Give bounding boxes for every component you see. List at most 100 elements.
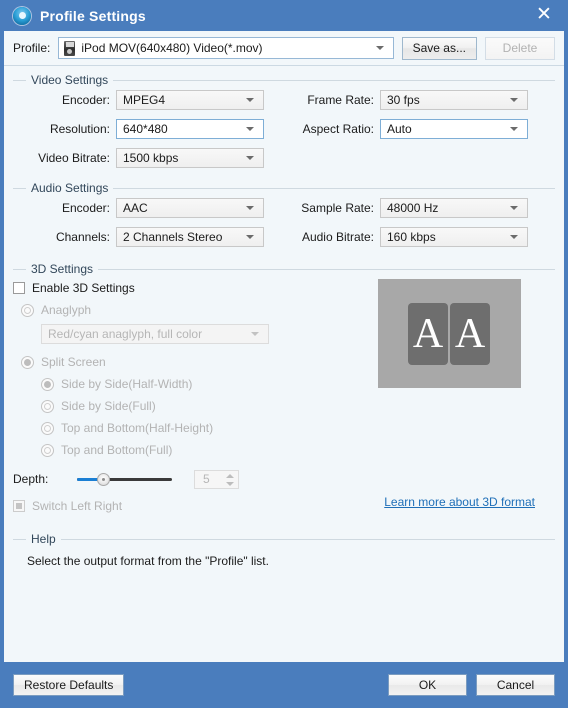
sample-rate-label: Sample Rate:	[277, 201, 374, 215]
help-group: Help Select the output format from the "…	[13, 539, 555, 568]
cancel-button[interactable]: Cancel	[476, 674, 555, 696]
chevron-down-icon	[246, 127, 254, 131]
video-row-1: Encoder: MPEG4 Frame Rate: 30 fps	[13, 90, 555, 110]
three-d-preview: A A	[378, 279, 521, 388]
top-bottom-full-radio[interactable]	[41, 444, 54, 457]
audio-encoder-value: AAC	[123, 201, 148, 215]
split-option-row[interactable]: Top and Bottom(Full)	[41, 441, 343, 459]
field-audio-encoder: Encoder: AAC	[13, 198, 264, 218]
preview-right-pane: A	[450, 303, 490, 365]
video-row-3: Video Bitrate: 1500 kbps	[13, 148, 555, 168]
top-bottom-half-radio[interactable]	[41, 422, 54, 435]
split-option-row[interactable]: Side by Side(Half-Width)	[41, 375, 343, 393]
settings-body: Video Settings Encoder: MPEG4 Frame Rate…	[4, 66, 564, 662]
field-resolution: Resolution: 640*480	[13, 119, 264, 139]
chevron-down-icon	[510, 235, 518, 239]
profile-select[interactable]: iPod MOV(640x480) Video(*.mov)	[58, 37, 393, 59]
preview-left-pane: A	[408, 303, 448, 365]
chevron-down-icon	[251, 332, 259, 336]
aspect-ratio-select[interactable]: Auto	[380, 119, 528, 139]
chevron-down-icon	[510, 127, 518, 131]
channels-select[interactable]: 2 Channels Stereo	[116, 227, 264, 247]
video-bitrate-label: Video Bitrate:	[13, 151, 110, 165]
video-bitrate-value: 1500 kbps	[123, 151, 178, 165]
chevron-down-icon	[246, 206, 254, 210]
side-by-side-full-radio[interactable]	[41, 400, 54, 413]
depth-stepper[interactable]: 5	[194, 470, 239, 489]
chevron-down-icon	[246, 98, 254, 102]
close-icon[interactable]: ✕	[532, 4, 556, 26]
depth-slider[interactable]	[77, 472, 172, 486]
video-encoder-select[interactable]: MPEG4	[116, 90, 264, 110]
three-d-content: Enable 3D Settings Anaglyph Red/cyan ana…	[13, 270, 555, 515]
resolution-label: Resolution:	[13, 122, 110, 136]
field-video-encoder: Encoder: MPEG4	[13, 90, 264, 110]
help-title: Help	[26, 532, 61, 546]
enable-3d-row[interactable]: Enable 3D Settings	[13, 279, 343, 297]
enable-3d-checkbox[interactable]	[13, 282, 25, 294]
three-d-settings-title: 3D Settings	[26, 262, 98, 276]
profile-bar: Profile: iPod MOV(640x480) Video(*.mov) …	[4, 31, 564, 66]
top-bottom-full-label: Top and Bottom(Full)	[61, 443, 172, 457]
resolution-value: 640*480	[123, 122, 168, 136]
chevron-down-icon	[246, 235, 254, 239]
audio-bitrate-label: Audio Bitrate:	[277, 230, 374, 244]
frame-rate-value: 30 fps	[387, 93, 420, 107]
depth-row: Depth: 5	[13, 469, 343, 489]
save-as-button[interactable]: Save as...	[402, 37, 477, 60]
profile-settings-dialog: Profile Settings ✕ Profile: iPod MOV(640…	[0, 0, 568, 708]
profile-value: iPod MOV(640x480) Video(*.mov)	[81, 41, 262, 55]
aspect-ratio-value: Auto	[387, 122, 412, 136]
learn-more-wrap: Learn more about 3D format	[13, 495, 555, 513]
sample-rate-select[interactable]: 48000 Hz	[380, 198, 528, 218]
video-settings-title: Video Settings	[26, 73, 113, 87]
slider-thumb[interactable]	[97, 473, 110, 486]
top-bottom-half-label: Top and Bottom(Half-Height)	[61, 421, 213, 435]
frame-rate-select[interactable]: 30 fps	[380, 90, 528, 110]
depth-label: Depth:	[13, 472, 61, 486]
field-channels: Channels: 2 Channels Stereo	[13, 227, 264, 247]
profile-settings-icon	[13, 7, 31, 25]
split-screen-label: Split Screen	[41, 355, 106, 369]
anaglyph-label: Anaglyph	[41, 303, 91, 317]
side-by-side-full-label: Side by Side(Full)	[61, 399, 156, 413]
chevron-down-icon	[510, 98, 518, 102]
frame-rate-label: Frame Rate:	[277, 93, 374, 107]
side-by-side-half-radio[interactable]	[41, 378, 54, 391]
field-audio-bitrate: Audio Bitrate: 160 kbps	[277, 227, 528, 247]
anaglyph-row[interactable]: Anaglyph	[21, 301, 343, 319]
audio-row-1: Encoder: AAC Sample Rate: 48000 Hz	[13, 198, 555, 218]
split-screen-row[interactable]: Split Screen	[21, 353, 343, 371]
video-bitrate-select[interactable]: 1500 kbps	[116, 148, 264, 168]
restore-defaults-button[interactable]: Restore Defaults	[13, 674, 124, 696]
anaglyph-type-select[interactable]: Red/cyan anaglyph, full color	[41, 324, 269, 344]
footer-action-buttons: OK Cancel	[388, 674, 555, 696]
audio-encoder-select[interactable]: AAC	[116, 198, 264, 218]
ok-button[interactable]: OK	[388, 674, 467, 696]
enable-3d-label: Enable 3D Settings	[32, 281, 135, 295]
stepper-arrows-icon[interactable]	[226, 473, 234, 487]
ipod-device-icon	[64, 41, 75, 56]
profile-label: Profile:	[13, 41, 50, 55]
delete-button[interactable]: Delete	[485, 37, 555, 60]
side-by-side-half-label: Side by Side(Half-Width)	[61, 377, 192, 391]
field-sample-rate: Sample Rate: 48000 Hz	[277, 198, 528, 218]
help-text: Select the output format from the "Profi…	[27, 554, 555, 568]
three-d-controls: Enable 3D Settings Anaglyph Red/cyan ana…	[13, 270, 343, 515]
window-title: Profile Settings	[40, 8, 146, 24]
anaglyph-type-value: Red/cyan anaglyph, full color	[48, 327, 202, 341]
channels-value: 2 Channels Stereo	[123, 230, 222, 244]
audio-bitrate-select[interactable]: 160 kbps	[380, 227, 528, 247]
anaglyph-radio[interactable]	[21, 304, 34, 317]
field-video-bitrate: Video Bitrate: 1500 kbps	[13, 148, 264, 168]
split-screen-radio[interactable]	[21, 356, 34, 369]
resolution-select[interactable]: 640*480	[116, 119, 264, 139]
split-option-row[interactable]: Side by Side(Full)	[41, 397, 343, 415]
audio-encoder-label: Encoder:	[13, 201, 110, 215]
learn-more-3d-link[interactable]: Learn more about 3D format	[384, 495, 535, 509]
field-aspect-ratio: Aspect Ratio: Auto	[277, 119, 528, 139]
split-option-row[interactable]: Top and Bottom(Half-Height)	[41, 419, 343, 437]
dialog-footer: Restore Defaults OK Cancel	[0, 662, 568, 708]
audio-settings-title: Audio Settings	[26, 181, 113, 195]
channels-label: Channels:	[13, 230, 110, 244]
